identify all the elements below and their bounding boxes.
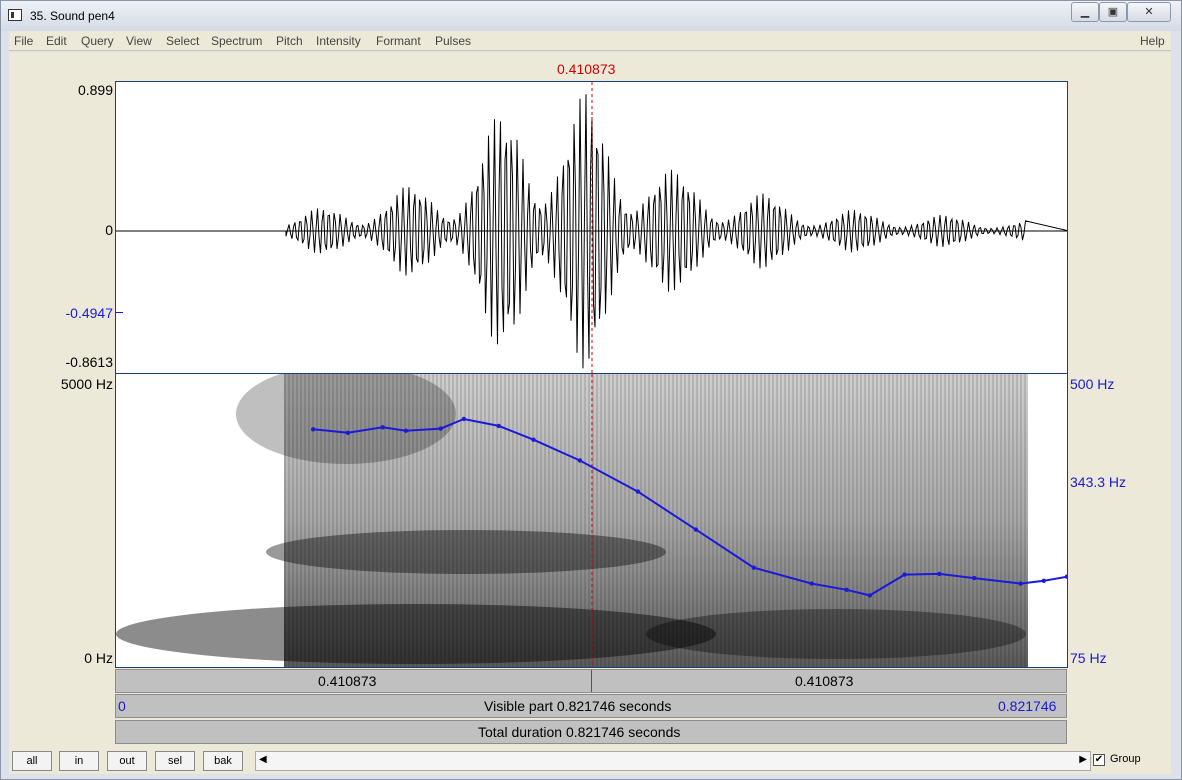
zoom-all-button[interactable]: all: [12, 751, 52, 771]
spec-top-label: 5000 Hz: [60, 376, 113, 392]
right-segment-duration: 0.410873: [795, 673, 854, 689]
pitch-point: [461, 416, 467, 422]
waveform-panel[interactable]: [115, 81, 1068, 374]
praat-sound-window: 35. Sound pen4 ▁ ▣ ✕ File Edit Query Vie…: [0, 0, 1182, 780]
pitch-point: [751, 565, 756, 570]
pitch-point: [380, 425, 385, 430]
pitch-bottom-label: 75 Hz: [1070, 650, 1107, 666]
menu-bar: File Edit Query View Select Spectrum Pit…: [9, 31, 1171, 51]
menu-select[interactable]: Select: [166, 34, 199, 48]
waveform-plot: [116, 82, 1067, 373]
pitch-point: [577, 458, 583, 463]
zoom-back-button[interactable]: bak: [203, 751, 243, 771]
pitch-point: [809, 581, 814, 586]
pitch-top-label: 500 Hz: [1070, 376, 1115, 392]
pitch-point: [867, 593, 872, 598]
close-icon[interactable]: ✕: [1127, 2, 1171, 22]
pitch-point: [635, 489, 641, 494]
scroll-left-icon[interactable]: ◀: [259, 754, 267, 765]
menu-spectrum[interactable]: Spectrum: [211, 34, 262, 48]
menu-pulses[interactable]: Pulses: [435, 34, 471, 48]
pitch-point: [531, 437, 536, 442]
restore-icon[interactable]: ▣: [1099, 2, 1127, 22]
pitch-point: [311, 427, 316, 432]
spec-bottom-label: 0 Hz: [84, 650, 113, 666]
spectrogram-plot: [116, 374, 1067, 667]
visible-part-label: Visible part 0.821746 seconds: [484, 698, 672, 714]
wave-marker-label: -0.4947: [65, 305, 113, 321]
visible-part-bar[interactable]: 0 Visible part 0.821746 seconds 0.821746: [115, 694, 1067, 718]
menu-help[interactable]: Help: [1140, 34, 1165, 48]
pitch-point: [345, 430, 351, 435]
wave-marker-tick: [115, 312, 123, 313]
pitch-point: [844, 587, 849, 592]
minimize-icon[interactable]: ▁: [1071, 2, 1099, 22]
window-title: 35. Sound pen4: [30, 9, 115, 23]
pitch-point: [937, 571, 942, 577]
visible-end-label: 0.821746: [998, 698, 1057, 714]
segment-divider: [591, 670, 592, 692]
cursor-time-label: 0.410873: [557, 61, 616, 77]
spectrogram-panel[interactable]: [115, 374, 1068, 668]
pitch-point: [438, 426, 443, 431]
menu-edit[interactable]: Edit: [46, 34, 67, 48]
zoom-out-button[interactable]: out: [107, 751, 147, 771]
total-duration-label: Total duration 0.821746 seconds: [478, 724, 681, 740]
pitch-point: [972, 575, 977, 581]
left-segment-duration: 0.410873: [318, 673, 377, 689]
wave-ymax-label: 0.899: [77, 82, 113, 98]
scroll-right-icon[interactable]: ▶: [1079, 754, 1087, 765]
pitch-point: [403, 428, 409, 433]
pitch-point: [902, 572, 907, 577]
app-icon: [8, 9, 22, 21]
wave-ymin-label: -0.8613: [65, 354, 113, 370]
selection-time-bar[interactable]: 0.410873 0.410873: [115, 669, 1067, 693]
pitch-point: [496, 423, 501, 429]
zoom-sel-button[interactable]: sel: [155, 751, 195, 771]
pitch-point: [1041, 578, 1046, 583]
pitch-point: [1064, 574, 1067, 579]
group-checkbox[interactable]: ✔: [1093, 754, 1105, 766]
group-label: Group: [1110, 753, 1141, 765]
wave-yzero-label: 0: [105, 222, 113, 238]
title-bar[interactable]: 35. Sound pen4 ▁ ▣ ✕: [1, 1, 1181, 31]
menu-intensity[interactable]: Intensity: [316, 34, 361, 48]
time-scrollbar[interactable]: ◀ ▶: [255, 751, 1091, 771]
pitch-point: [1018, 581, 1023, 586]
menu-query[interactable]: Query: [81, 34, 114, 48]
pitch-point: [693, 527, 699, 532]
total-duration-bar[interactable]: Total duration 0.821746 seconds: [115, 720, 1067, 744]
menu-pitch[interactable]: Pitch: [276, 34, 303, 48]
bottom-toolbar: all in out sel bak ◀ ▶ ✔ Group: [9, 746, 1171, 774]
pitch-mid-label: 343.3 Hz: [1070, 474, 1127, 490]
menu-formant[interactable]: Formant: [376, 34, 421, 48]
menu-view[interactable]: View: [126, 34, 152, 48]
visible-start-label: 0: [118, 698, 126, 714]
menu-file[interactable]: File: [14, 34, 33, 48]
zoom-in-button[interactable]: in: [59, 751, 99, 771]
